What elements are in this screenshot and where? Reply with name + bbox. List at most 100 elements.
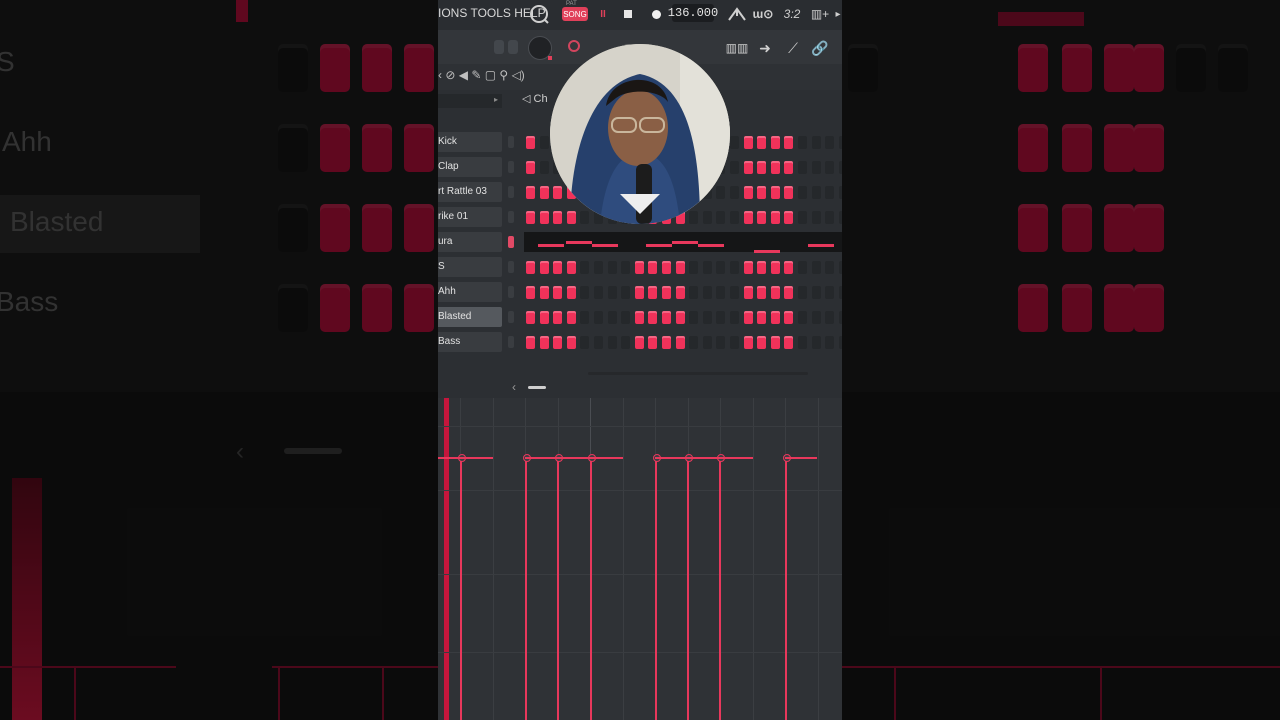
step-button[interactable] bbox=[838, 161, 842, 174]
plug-icon[interactable]: ⟋ bbox=[784, 38, 802, 58]
step-button[interactable] bbox=[553, 211, 563, 224]
step-button[interactable] bbox=[811, 136, 821, 149]
step-button[interactable] bbox=[811, 311, 821, 324]
step-button[interactable] bbox=[553, 186, 563, 199]
step-button[interactable] bbox=[621, 336, 631, 349]
step-button[interactable] bbox=[811, 261, 821, 274]
step-button[interactable] bbox=[634, 261, 644, 274]
channel-name-button[interactable]: rike 01 bbox=[438, 207, 502, 227]
step-button[interactable] bbox=[770, 161, 780, 174]
step-button[interactable] bbox=[648, 261, 658, 274]
step-button[interactable] bbox=[634, 311, 644, 324]
step-button[interactable] bbox=[743, 136, 753, 149]
step-button[interactable] bbox=[757, 261, 767, 274]
step-button[interactable] bbox=[811, 336, 821, 349]
step-button[interactable] bbox=[757, 186, 767, 199]
step-button[interactable] bbox=[566, 261, 576, 274]
step-button[interactable] bbox=[594, 311, 603, 324]
step-button[interactable] bbox=[716, 211, 726, 224]
channel-name-button[interactable]: Kick bbox=[438, 132, 502, 152]
step-button[interactable] bbox=[838, 211, 842, 224]
step-button[interactable] bbox=[716, 311, 726, 324]
channel-select-led[interactable] bbox=[508, 161, 514, 173]
step-button[interactable] bbox=[811, 286, 821, 299]
channel-name-button[interactable]: Bass bbox=[438, 332, 502, 352]
pause-icon[interactable]: II bbox=[596, 4, 610, 24]
event-line[interactable] bbox=[719, 458, 721, 720]
step-button[interactable] bbox=[784, 161, 794, 174]
channel-select-led[interactable] bbox=[508, 186, 514, 198]
step-button[interactable] bbox=[743, 211, 753, 224]
step-button[interactable] bbox=[811, 161, 821, 174]
speaker-icon[interactable]: ◁) bbox=[512, 68, 525, 82]
step-button[interactable] bbox=[798, 286, 807, 299]
step-button[interactable] bbox=[675, 261, 685, 274]
master-volume-knob[interactable] bbox=[528, 4, 550, 24]
step-button[interactable] bbox=[675, 311, 685, 324]
chevron-left-icon[interactable]: ‹ bbox=[512, 380, 516, 394]
channel-select-led[interactable] bbox=[508, 236, 514, 248]
channel-name-button[interactable]: S bbox=[438, 257, 502, 277]
step-button[interactable] bbox=[621, 286, 631, 299]
event-line[interactable] bbox=[460, 458, 462, 720]
step-button[interactable] bbox=[689, 261, 699, 274]
step-button[interactable] bbox=[730, 261, 739, 274]
step-button[interactable] bbox=[784, 136, 794, 149]
step-button[interactable] bbox=[730, 136, 739, 149]
step-button[interactable] bbox=[825, 311, 835, 324]
piano-icon[interactable]: ▥▥ bbox=[726, 38, 749, 58]
step-button[interactable] bbox=[730, 186, 739, 199]
step-button[interactable] bbox=[526, 161, 535, 174]
channel-name-button[interactable]: ura bbox=[438, 232, 502, 252]
step-button[interactable] bbox=[702, 286, 712, 299]
step-button[interactable] bbox=[798, 136, 807, 149]
step-button[interactable] bbox=[743, 186, 753, 199]
metronome-icon[interactable] bbox=[726, 4, 748, 24]
step-button[interactable] bbox=[784, 261, 794, 274]
step-button[interactable] bbox=[526, 261, 535, 274]
step-button[interactable] bbox=[838, 286, 842, 299]
step-button[interactable] bbox=[784, 211, 794, 224]
step-button[interactable] bbox=[825, 261, 835, 274]
step-button[interactable] bbox=[716, 286, 726, 299]
step-edit-icon[interactable]: ▥+ bbox=[808, 4, 832, 24]
step-button[interactable] bbox=[770, 136, 780, 149]
step-button[interactable] bbox=[757, 336, 767, 349]
step-button[interactable] bbox=[730, 161, 739, 174]
step-button[interactable] bbox=[607, 311, 617, 324]
step-button[interactable] bbox=[798, 161, 807, 174]
step-button[interactable] bbox=[580, 336, 590, 349]
step-button[interactable] bbox=[730, 336, 739, 349]
step-button[interactable] bbox=[757, 286, 767, 299]
step-button[interactable] bbox=[702, 261, 712, 274]
step-button[interactable] bbox=[526, 211, 535, 224]
step-button[interactable] bbox=[662, 286, 671, 299]
step-button[interactable] bbox=[621, 311, 631, 324]
step-button[interactable] bbox=[838, 186, 842, 199]
expand-icon[interactable]: ▸ bbox=[494, 95, 498, 104]
step-button[interactable] bbox=[675, 286, 685, 299]
horizontal-scrollbar[interactable] bbox=[588, 372, 808, 375]
step-button[interactable] bbox=[838, 261, 842, 274]
step-button[interactable] bbox=[825, 186, 835, 199]
step-button[interactable] bbox=[607, 261, 617, 274]
step-button[interactable] bbox=[770, 211, 780, 224]
step-button[interactable] bbox=[662, 261, 671, 274]
step-button[interactable] bbox=[566, 311, 576, 324]
step-button[interactable] bbox=[784, 186, 794, 199]
step-button[interactable] bbox=[770, 186, 780, 199]
step-button[interactable] bbox=[689, 311, 699, 324]
step-button[interactable] bbox=[757, 136, 767, 149]
step-button[interactable] bbox=[743, 161, 753, 174]
step-button[interactable] bbox=[798, 336, 807, 349]
step-button[interactable] bbox=[539, 311, 549, 324]
step-button[interactable] bbox=[743, 311, 753, 324]
channel-select-led[interactable] bbox=[508, 286, 514, 298]
record-icon[interactable] bbox=[648, 4, 664, 24]
event-editor[interactable] bbox=[438, 398, 842, 720]
step-button[interactable] bbox=[784, 336, 794, 349]
step-button[interactable] bbox=[553, 286, 563, 299]
step-button[interactable] bbox=[730, 311, 739, 324]
channel-name-button[interactable]: Clap bbox=[438, 157, 502, 177]
step-button[interactable] bbox=[526, 186, 535, 199]
